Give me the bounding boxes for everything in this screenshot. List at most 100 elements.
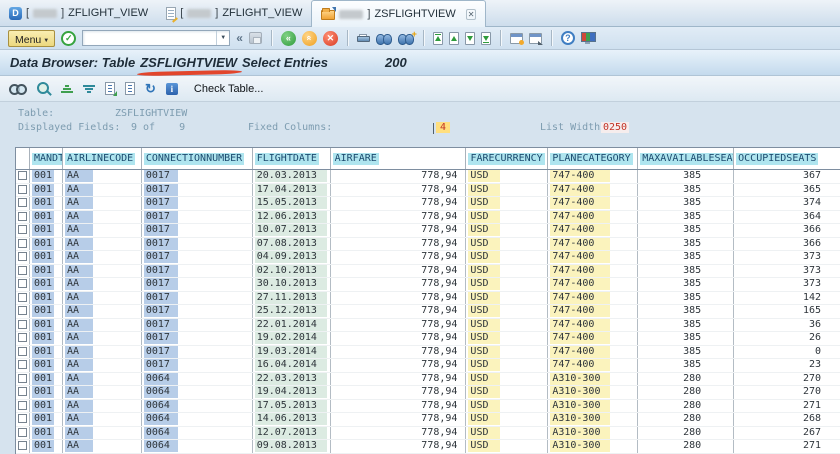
cell-farecurrency[interactable]: USD [466,197,548,210]
cell-airfare[interactable]: 778,94 [331,211,467,224]
cell-maxavailableseats[interactable]: 385 [638,305,734,318]
row-checkbox[interactable] [18,387,27,396]
cell-planecategory[interactable]: 747-400 [548,265,638,278]
row-checkbox[interactable] [18,414,27,423]
cell-planecategory[interactable]: 747-400 [548,184,638,197]
row-select-cell[interactable] [16,170,30,183]
cell-airfare[interactable]: 778,94 [331,346,467,359]
edit-list-icon[interactable] [125,82,135,95]
cell-flightdate[interactable]: 27.11.2013 [253,292,331,305]
row-checkbox[interactable] [18,441,27,450]
display-icon[interactable] [9,84,27,93]
cell-connectionnumber[interactable]: 0017 [142,292,253,305]
cell-planecategory[interactable]: A310-300 [548,373,638,386]
cell-planecategory[interactable]: 747-400 [548,238,638,251]
row-select-cell[interactable] [16,427,30,440]
cell-maxavailableseats[interactable]: 385 [638,319,734,332]
row-select-cell[interactable] [16,386,30,399]
row-checkbox[interactable] [18,320,27,329]
enter-button[interactable]: ✓ [61,31,76,46]
row-checkbox[interactable] [18,266,27,275]
cell-farecurrency[interactable]: USD [466,224,548,237]
cell-airfare[interactable]: 778,94 [331,373,467,386]
cell-planecategory[interactable]: 747-400 [548,359,638,372]
cell-mandt[interactable]: 001 [30,319,63,332]
cell-flightdate[interactable]: 25.12.2013 [253,305,331,318]
help-icon[interactable]: ? [561,31,575,45]
cell-airfare[interactable]: 778,94 [331,224,467,237]
row-select-cell[interactable] [16,292,30,305]
cell-planecategory[interactable]: 747-400 [548,346,638,359]
cell-connectionnumber[interactable]: 0017 [142,278,253,291]
cell-maxavailableseats[interactable]: 385 [638,211,734,224]
row-select-cell[interactable] [16,197,30,210]
cell-planecategory[interactable]: 747-400 [548,170,638,183]
row-select-cell[interactable] [16,265,30,278]
column-header-maxavailableseats[interactable]: MAXAVAILABLESEATS [638,148,734,169]
print-icon[interactable] [357,34,370,42]
cell-airlinecode[interactable]: AA [63,305,142,318]
cell-farecurrency[interactable]: USD [466,265,548,278]
cell-airlinecode[interactable]: AA [63,170,142,183]
row-select-cell[interactable] [16,346,30,359]
cell-occupiedseats[interactable]: 270 [734,386,840,399]
row-checkbox[interactable] [18,428,27,437]
row-checkbox[interactable] [18,306,27,315]
cell-maxavailableseats[interactable]: 385 [638,346,734,359]
row-select-cell[interactable] [16,400,30,413]
row-checkbox[interactable] [18,279,27,288]
cell-maxavailableseats[interactable]: 280 [638,386,734,399]
check-table-button[interactable]: Check Table... [194,83,264,95]
cell-airfare[interactable]: 778,94 [331,400,467,413]
list-format-icon[interactable] [105,82,115,95]
cell-farecurrency[interactable]: USD [466,373,548,386]
cell-farecurrency[interactable]: USD [466,440,548,453]
cell-connectionnumber[interactable]: 0017 [142,319,253,332]
column-header-farecurrency[interactable]: FARECURRENCY [466,148,548,169]
row-select-cell[interactable] [16,319,30,332]
cell-connectionnumber[interactable]: 0017 [142,265,253,278]
cell-planecategory[interactable]: 747-400 [548,197,638,210]
cell-occupiedseats[interactable]: 165 [734,305,840,318]
tab-zflight-view-preview[interactable]: [ ] ZFLIGHT_VIEW [157,0,311,26]
cell-connectionnumber[interactable]: 0017 [142,251,253,264]
menu-button[interactable]: Menu ▼ [8,30,55,47]
cell-mandt[interactable]: 001 [30,211,63,224]
cell-mandt[interactable]: 001 [30,224,63,237]
cell-maxavailableseats[interactable]: 385 [638,292,734,305]
cell-mandt[interactable]: 001 [30,251,63,264]
cell-airfare[interactable]: 778,94 [331,238,467,251]
create-shortcut-icon[interactable] [529,33,542,44]
cell-connectionnumber[interactable]: 0064 [142,440,253,453]
select-all-cell[interactable] [16,148,30,169]
page-up-icon[interactable] [449,32,459,45]
cell-occupiedseats[interactable]: 366 [734,238,840,251]
row-select-cell[interactable] [16,413,30,426]
row-checkbox[interactable] [18,360,27,369]
fixed-columns-field[interactable]: 4 [436,122,450,133]
cell-mandt[interactable]: 001 [30,359,63,372]
cell-mandt[interactable]: 001 [30,427,63,440]
cell-mandt[interactable]: 001 [30,292,63,305]
cell-connectionnumber[interactable]: 0017 [142,170,253,183]
row-checkbox[interactable] [18,252,27,261]
cell-airfare[interactable]: 778,94 [331,359,467,372]
tab-zsflightview[interactable]: ] ZSFLIGHTVIEW ✕ [311,0,486,27]
cell-planecategory[interactable]: A310-300 [548,386,638,399]
cell-airlinecode[interactable]: AA [63,359,142,372]
cell-flightdate[interactable]: 22.03.2013 [253,373,331,386]
cell-airlinecode[interactable]: AA [63,346,142,359]
cell-airlinecode[interactable]: AA [63,251,142,264]
cell-occupiedseats[interactable]: 373 [734,278,840,291]
cell-occupiedseats[interactable]: 267 [734,427,840,440]
cell-flightdate[interactable]: 14.06.2013 [253,413,331,426]
cell-planecategory[interactable]: 747-400 [548,251,638,264]
cell-farecurrency[interactable]: USD [466,184,548,197]
row-select-cell[interactable] [16,238,30,251]
cell-planecategory[interactable]: 747-400 [548,305,638,318]
cell-maxavailableseats[interactable]: 385 [638,265,734,278]
cell-flightdate[interactable]: 02.10.2013 [253,265,331,278]
cell-flightdate[interactable]: 16.04.2014 [253,359,331,372]
cell-maxavailableseats[interactable]: 385 [638,251,734,264]
cell-mandt[interactable]: 001 [30,386,63,399]
